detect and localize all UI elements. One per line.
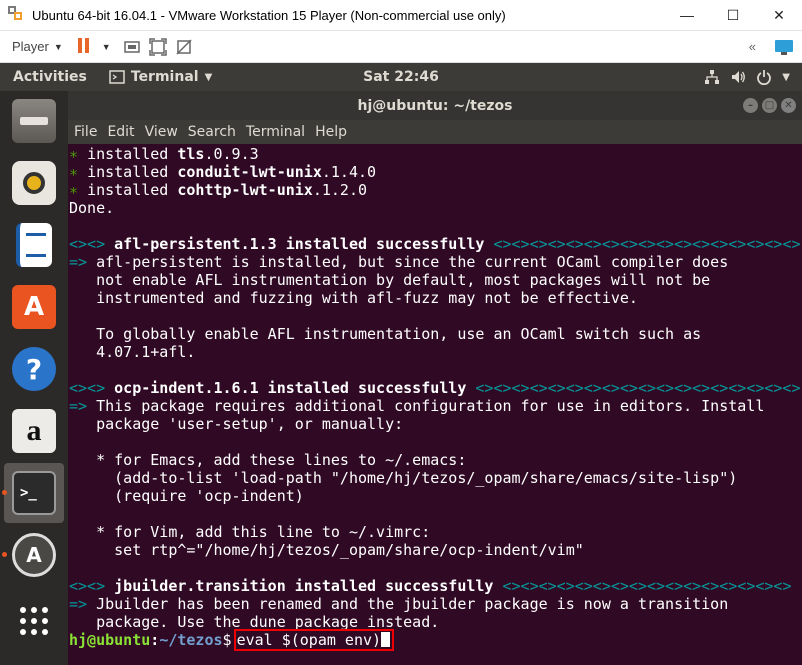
- output-line: ∗ installed conduit-lwt-unix.1.4.0: [69, 163, 377, 181]
- terminal-title-bar[interactable]: hj@ubuntu: ~/tezos – □ ✕: [68, 91, 802, 120]
- output-line: To globally enable AFL instrumentation, …: [96, 325, 702, 343]
- output-line: (require 'ocp-indent): [114, 487, 304, 505]
- typed-command: eval $(opam env): [236, 631, 382, 649]
- output-line: => afl-persistent is installed, but sinc…: [69, 253, 729, 271]
- file-cabinet-icon: [12, 99, 56, 143]
- menu-search[interactable]: Search: [188, 124, 236, 140]
- dock-amazon[interactable]: a: [4, 401, 64, 461]
- launcher-dock: A ? a >_ A: [0, 91, 68, 665]
- output-line: <><> afl-persistent.1.3 installed succes…: [69, 235, 801, 253]
- output-line: instrumented and fuzzing with afl-fuzz m…: [96, 289, 638, 307]
- menu-edit[interactable]: Edit: [107, 124, 134, 140]
- dock-files[interactable]: [4, 91, 64, 151]
- output-line: 4.07.1+afl.: [96, 343, 196, 361]
- output-line: not enable AFL instrumentation by defaul…: [96, 271, 711, 289]
- chevron-down-icon: ▼: [782, 71, 790, 83]
- maximize-button[interactable]: ☐: [710, 0, 756, 31]
- output-line: Done.: [69, 199, 115, 217]
- pause-icon: [77, 37, 91, 56]
- network-icon: [705, 70, 720, 84]
- running-indicator: [2, 490, 7, 495]
- activities-button[interactable]: Activities: [13, 69, 87, 85]
- prompt-path: ~/tezos: [159, 631, 223, 649]
- vmware-title-bar: Ubuntu 64-bit 16.04.1 - VMware Workstati…: [0, 0, 802, 31]
- app-menu-button[interactable]: Terminal ▼: [109, 69, 212, 85]
- terminal-small-icon: [109, 70, 125, 84]
- output-line: ∗ installed cohttp-lwt-unix.1.2.0: [69, 181, 368, 199]
- text-cursor: [381, 632, 391, 647]
- menu-terminal[interactable]: Terminal: [246, 124, 305, 140]
- unity-mode-button[interactable]: [175, 35, 193, 59]
- document-icon: [16, 223, 52, 267]
- screen-icon: [775, 39, 793, 55]
- terminal-close-button[interactable]: ✕: [781, 98, 796, 113]
- unity-icon: [176, 38, 192, 55]
- system-tray[interactable]: ▼: [704, 69, 790, 85]
- running-indicator: [2, 552, 7, 557]
- help-icon: ?: [12, 347, 56, 391]
- terminal-icon: >_: [12, 471, 56, 515]
- app-grid-icon: [20, 607, 48, 635]
- window-title: Ubuntu 64-bit 16.04.1 - VMware Workstati…: [32, 7, 506, 23]
- prompt-user: hj@ubuntu: [69, 631, 151, 649]
- terminal-title: hj@ubuntu: ~/tezos: [357, 97, 513, 114]
- output-line: package. Use the dune package instead.: [96, 613, 440, 631]
- dock-show-apps[interactable]: [4, 591, 64, 651]
- close-button[interactable]: ✕: [756, 0, 802, 31]
- app-menu-label: Terminal: [130, 69, 199, 85]
- output-line: <><> ocp-indent.1.6.1 installed successf…: [69, 379, 801, 397]
- menu-file[interactable]: File: [74, 124, 97, 140]
- pause-button[interactable]: [77, 35, 91, 59]
- dock-software[interactable]: A: [4, 277, 64, 337]
- prompt-line[interactable]: hj@ubuntu:~/tezos$ eval $(opam env): [69, 629, 802, 651]
- chevron-down-icon: ▼: [101, 41, 111, 52]
- menu-view[interactable]: View: [145, 124, 178, 140]
- player-menu-label: Player: [12, 39, 49, 54]
- speaker-icon: [12, 161, 56, 205]
- output-line: (add-to-list 'load-path "/home/hj/tezos/…: [114, 469, 738, 487]
- dock-terminal[interactable]: >_: [2, 463, 64, 523]
- terminal-output[interactable]: ∗ installed tls.0.9.3 ∗ installed condui…: [68, 144, 802, 665]
- command-highlight: eval $(opam env): [233, 629, 395, 651]
- ubuntu-top-bar: Activities Terminal ▼ Sat 22:46 ▼: [0, 63, 802, 91]
- collapse-toolbar-icon[interactable]: «: [749, 35, 756, 59]
- vmware-logo-icon: [8, 6, 26, 24]
- dock-help[interactable]: ?: [4, 339, 64, 399]
- output-line: => Jbuilder has been renamed and the jbu…: [69, 595, 729, 613]
- shopping-bag-icon: A: [12, 285, 56, 329]
- minimize-button[interactable]: —: [664, 0, 710, 31]
- chevron-down-icon: ▼: [53, 41, 63, 52]
- output-line: ∗ installed tls.0.9.3: [69, 145, 259, 163]
- send-ctrl-alt-del-button[interactable]: [123, 35, 141, 59]
- library-button[interactable]: [774, 35, 794, 59]
- output-line: <><> jbuilder.transition installed succe…: [69, 577, 792, 595]
- vmware-toolbar: Player ▼ ▼ «: [0, 31, 802, 63]
- menu-help[interactable]: Help: [315, 124, 347, 140]
- terminal-minimize-button[interactable]: –: [743, 98, 758, 113]
- player-menu-button[interactable]: Player ▼: [12, 35, 63, 59]
- software-update-icon: A: [12, 533, 56, 577]
- volume-icon: [732, 71, 746, 83]
- output-line: * for Vim, add this line to ~/.vimrc:: [96, 523, 431, 541]
- fit-guest-button[interactable]: [148, 35, 167, 59]
- dock-updater[interactable]: A: [2, 525, 64, 585]
- chevron-down-icon: ▼: [204, 71, 213, 83]
- terminal-menu-bar: File Edit View Search Terminal Help: [68, 120, 802, 144]
- power-icon: [757, 70, 772, 85]
- ctrl-alt-del-icon: [123, 40, 140, 53]
- dock-writer[interactable]: [4, 215, 64, 275]
- fit-screen-icon: [148, 37, 167, 56]
- terminal-maximize-button[interactable]: □: [762, 98, 777, 113]
- output-line: * for Emacs, add these lines to ~/.emacs…: [96, 451, 467, 469]
- power-options-dropdown[interactable]: ▼: [97, 35, 111, 59]
- dock-rhythmbox[interactable]: [4, 153, 64, 213]
- amazon-icon: a: [12, 409, 56, 453]
- output-line: set rtp^="/home/hj/tezos/_opam/share/ocp…: [114, 541, 584, 559]
- output-line: => This package requires additional conf…: [69, 397, 765, 415]
- output-line: package 'user-setup', or manually:: [96, 415, 404, 433]
